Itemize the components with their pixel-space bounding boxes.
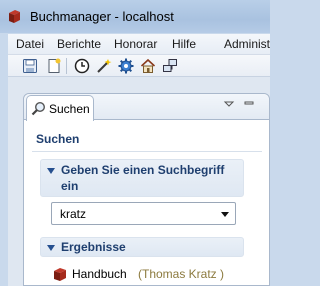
menu-datei[interactable]: Datei [16,37,44,51]
result-author: (Thomas Kratz ) [138,267,225,281]
view-menu-icon[interactable] [222,98,236,110]
magnifier-icon [31,101,46,116]
gear-icon[interactable] [118,58,134,74]
toolbar [8,55,270,77]
chevron-down-icon[interactable] [221,212,229,217]
results-section-title: Ergebnisse [61,240,126,254]
new-document-icon[interactable] [46,58,62,74]
menu-berichte[interactable]: Berichte [57,37,101,51]
menu-administration[interactable]: Administ [224,37,270,51]
section-title-line1: Geben Sie einen Suchbegriff [61,163,225,177]
wand-icon[interactable] [96,58,112,74]
form-title: Suchen [36,132,80,146]
window-title: Buchmanager - localhost [30,9,174,24]
toolbar-separator [66,58,67,74]
menu-bar: Datei Berichte Honorar Hilfe Administ [8,34,270,55]
clock-icon[interactable] [74,58,90,74]
section-collapse-icon[interactable] [47,245,55,251]
result-item[interactable]: Handbuch (Thomas Kratz ) [52,265,252,283]
results-section[interactable]: Ergebnisse [40,237,244,257]
menu-hilfe[interactable]: Hilfe [172,37,196,51]
tab-label: Suchen [49,102,90,116]
menu-honorar[interactable]: Honorar [114,37,157,51]
minimize-icon[interactable] [242,98,256,110]
search-view: Suchen Suchen Geben Sie einen Suchbegrif… [23,93,270,286]
search-combo-value: kratz [60,207,87,221]
network-icon[interactable] [162,58,178,74]
app-book-icon [9,10,20,23]
search-combo[interactable]: kratz [51,202,236,225]
home-icon[interactable] [140,58,156,74]
section-title-line2: ein [61,179,79,193]
save-icon[interactable] [22,58,38,74]
result-title: Handbuch [72,267,127,281]
view-tab-bar: Suchen [24,94,269,121]
form-divider [32,151,262,152]
section-collapse-icon[interactable] [47,168,55,174]
book-icon [54,268,66,281]
tab-suchen[interactable]: Suchen [26,95,94,121]
search-term-section[interactable]: Geben Sie einen Suchbegriff ein [40,159,244,197]
window-titlebar[interactable]: Buchmanager - localhost [0,0,270,33]
